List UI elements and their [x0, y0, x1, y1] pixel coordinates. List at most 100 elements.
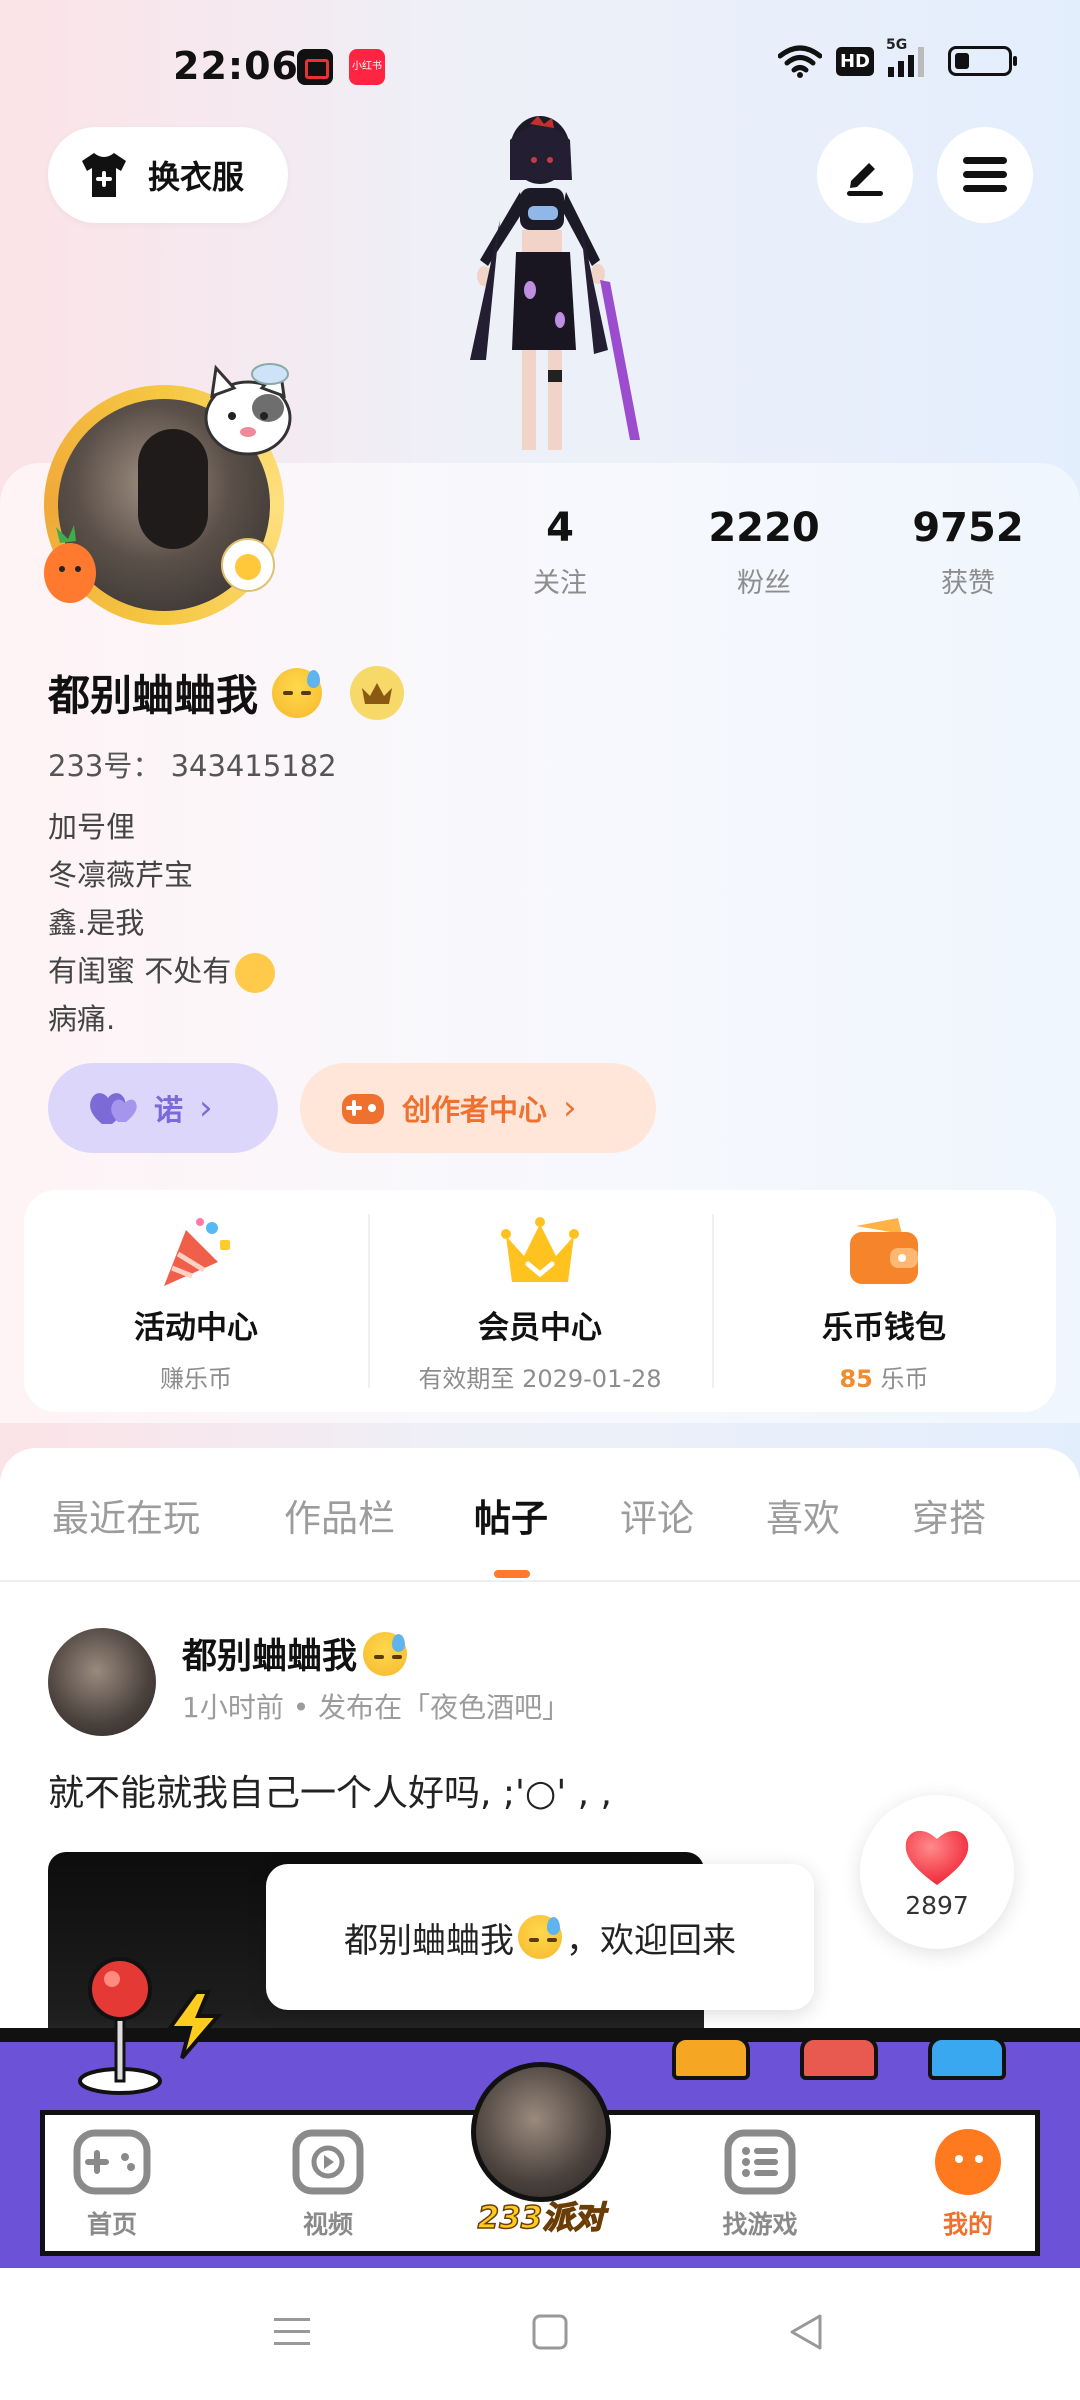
- coin-balance: 85 乐币: [839, 1359, 928, 1394]
- menu-button[interactable]: [937, 127, 1033, 223]
- tab-posts[interactable]: 帖子: [474, 1488, 548, 1542]
- stat-following[interactable]: 4 关注: [470, 505, 650, 600]
- crown-icon: [362, 682, 393, 704]
- list-icon: [724, 2129, 796, 2195]
- tab-comments[interactable]: 评论: [620, 1488, 694, 1542]
- activity-center-sub: 赚乐币: [160, 1365, 232, 1393]
- play-icon: [292, 2129, 364, 2195]
- profile-tabs: 最近在玩 作品栏 帖子 评论 喜欢 穿搭: [0, 1448, 1080, 1582]
- tab-works[interactable]: 作品栏: [284, 1488, 395, 1542]
- likes-label: 获赞: [941, 568, 995, 599]
- user-id[interactable]: 233号： 343415182: [48, 743, 337, 785]
- party-popper-icon: [164, 1218, 230, 1286]
- floating-like-button[interactable]: 2897: [860, 1795, 1014, 1949]
- toast-username: 都别蛐蛐我: [344, 1920, 514, 1961]
- nav-home[interactable]: 首页: [57, 2129, 167, 2241]
- cat-sticker-icon: [204, 363, 292, 456]
- active-tab-indicator: [494, 1570, 530, 1578]
- face-icon: [935, 2129, 1001, 2195]
- tab-recently-played[interactable]: 最近在玩: [52, 1488, 200, 1542]
- back-icon[interactable]: [786, 2312, 826, 2352]
- nav-me[interactable]: 我的: [913, 2129, 1023, 2241]
- crown-icon: [501, 1217, 579, 1282]
- following-count: 4: [546, 505, 574, 551]
- signal-label: 5G: [886, 37, 908, 53]
- bio-line: 病痛.: [48, 1002, 116, 1036]
- relationship-button[interactable]: 诺 ›: [48, 1063, 278, 1153]
- bio-line: 有闺蜜 不处有: [48, 947, 276, 995]
- chevron-right-icon: ›: [199, 1088, 213, 1128]
- member-expiry: 有效期至 2029-01-28: [418, 1365, 662, 1393]
- coin-balance-unit: 乐币: [880, 1365, 929, 1393]
- vip-crown-badge[interactable]: [350, 665, 405, 720]
- xiaohongshu-icon: 小红书: [349, 49, 385, 85]
- menu-icon: [963, 157, 1007, 192]
- bio-line: 鑫.是我: [48, 906, 145, 940]
- status-indicators: HD 5G: [777, 37, 1017, 78]
- gamepad-icon: [73, 2129, 151, 2195]
- nav-me-label: 我的: [942, 2210, 993, 2239]
- recent-apps-icon[interactable]: [272, 2312, 312, 2352]
- double-heart-icon: [90, 1093, 137, 1124]
- sweat-emoji-icon: [363, 1631, 408, 1676]
- edit-icon: [847, 163, 883, 196]
- wifi-icon: [777, 45, 822, 78]
- username: 都别蛐蛐我: [48, 671, 259, 720]
- post-text: 就不能就我自己一个人好吗, ;'○' , ,: [48, 1773, 612, 1814]
- change-outfit-label: 换衣服: [148, 158, 245, 196]
- heart-icon: [905, 1830, 969, 1885]
- toast-message: ，欢迎回来: [566, 1920, 736, 1961]
- system-nav-bar: [0, 2268, 1080, 2400]
- nav-video-label: 视频: [302, 2210, 353, 2239]
- post-author[interactable]: 都别蛐蛐我: [182, 1628, 408, 1679]
- party-avatar: [471, 2062, 611, 2202]
- like-count: 2897: [905, 1890, 969, 1920]
- post-author-avatar[interactable]: [48, 1628, 156, 1736]
- username-row: 都别蛐蛐我: [48, 662, 405, 723]
- nav-find-games-label: 找游戏: [722, 2210, 798, 2239]
- followers-label: 粉丝: [737, 568, 791, 599]
- arcade-button-red: [800, 2036, 878, 2080]
- activity-center-button[interactable]: 活动中心 赚乐币: [24, 1190, 368, 1412]
- tab-outfits[interactable]: 穿搭: [912, 1488, 986, 1542]
- game-controller-plus-icon: [342, 1094, 384, 1124]
- signal-icon: 5G: [886, 37, 924, 77]
- party-button[interactable]: 233派对: [466, 2062, 616, 2252]
- member-center-title: 会员中心: [478, 1310, 602, 1346]
- activity-center-title: 活动中心: [134, 1310, 258, 1346]
- sweat-emoji-icon: [272, 667, 323, 718]
- creator-center-button[interactable]: 创作者中心 ›: [300, 1063, 656, 1153]
- followers-count: 2220: [708, 505, 820, 551]
- likes-count: 9752: [912, 505, 1024, 551]
- post-meta: 1小时前 • 发布在「夜色酒吧」: [182, 1691, 571, 1724]
- home-icon[interactable]: [530, 2312, 570, 2352]
- avatar-character[interactable]: [430, 110, 680, 470]
- bio-line: 冬凛薇芹宝: [48, 858, 194, 892]
- party-label: 233派对: [477, 2199, 605, 2237]
- post-author-name: 都别蛐蛐我: [182, 1637, 358, 1677]
- bio: 加号俚 冬凛薇芹宝 鑫.是我 有闺蜜 不处有 病痛.: [48, 803, 276, 1043]
- coin-wallet-button[interactable]: 乐币钱包 85 乐币: [712, 1190, 1056, 1412]
- stat-likes[interactable]: 9752 获赞: [878, 505, 1058, 600]
- edit-profile-button[interactable]: [817, 127, 913, 223]
- nav-find-games[interactable]: 找游戏: [705, 2129, 815, 2241]
- tshirt-plus-icon: [82, 153, 126, 197]
- following-label: 关注: [533, 568, 587, 599]
- stat-followers[interactable]: 2220 粉丝: [674, 505, 854, 600]
- screen-record-icon: [297, 49, 333, 85]
- carrot-sticker-icon: [44, 525, 96, 603]
- tab-likes[interactable]: 喜欢: [766, 1488, 840, 1542]
- hd-badge: HD: [835, 46, 874, 76]
- profile-avatar[interactable]: [38, 363, 298, 630]
- relationship-label: 诺: [154, 1093, 184, 1127]
- arcade-button-yellow: [672, 2036, 750, 2080]
- sweat-emoji-icon: [518, 1915, 562, 1959]
- nav-video[interactable]: 视频: [273, 2129, 383, 2241]
- member-center-button[interactable]: 会员中心 有效期至 2029-01-28: [368, 1190, 712, 1412]
- battery-icon: [948, 46, 1017, 76]
- feature-card: 活动中心 赚乐币 会员中心 有效期至 2029-01-28 乐币钱包 85 乐币: [24, 1190, 1056, 1412]
- coin-balance-number: 85: [839, 1365, 873, 1393]
- bio-line: 加号俚: [48, 810, 136, 844]
- nav-home-label: 首页: [86, 2210, 137, 2239]
- change-outfit-button[interactable]: 换衣服: [48, 127, 288, 223]
